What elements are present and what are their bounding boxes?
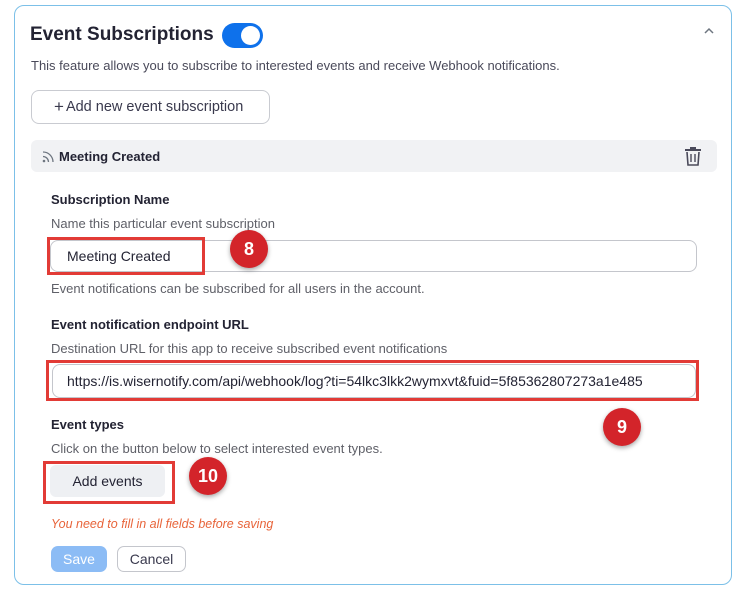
save-button[interactable]: Save: [51, 546, 107, 572]
rss-icon: [42, 151, 54, 163]
subscription-name-help: Name this particular event subscription: [51, 216, 275, 231]
validation-error: You need to fill in all fields before sa…: [51, 517, 274, 531]
step-badge-9: 9: [603, 408, 641, 446]
cancel-button[interactable]: Cancel: [117, 546, 186, 572]
toggle-knob: [241, 26, 260, 45]
step-badge-10: 10: [189, 457, 227, 495]
plus-icon: +: [54, 97, 64, 116]
endpoint-url-help: Destination URL for this app to receive …: [51, 341, 448, 356]
section-description: This feature allows you to subscribe to …: [31, 58, 560, 73]
event-types-help: Click on the button below to select inte…: [51, 441, 383, 456]
endpoint-url-label: Event notification endpoint URL: [51, 317, 249, 332]
highlight-box-url: [46, 360, 699, 401]
highlight-box-add-events: [43, 461, 175, 504]
scope-note: Event notifications can be subscribed fo…: [51, 281, 425, 296]
highlight-box-name: [47, 237, 205, 275]
subscription-header-label: Meeting Created: [59, 149, 161, 164]
section-title: Event Subscriptions: [30, 24, 214, 45]
trash-icon[interactable]: [683, 146, 703, 166]
step-badge-8: 8: [230, 230, 268, 268]
add-event-subscription-button[interactable]: + Add new event subscription: [31, 90, 270, 124]
event-types-label: Event types: [51, 417, 124, 432]
chevron-up-icon[interactable]: [702, 24, 716, 38]
event-subscriptions-toggle[interactable]: [222, 23, 263, 48]
subscription-header[interactable]: Meeting Created: [31, 140, 717, 172]
add-subscription-label: Add new event subscription: [65, 99, 244, 115]
subscription-name-label: Subscription Name: [51, 192, 170, 207]
